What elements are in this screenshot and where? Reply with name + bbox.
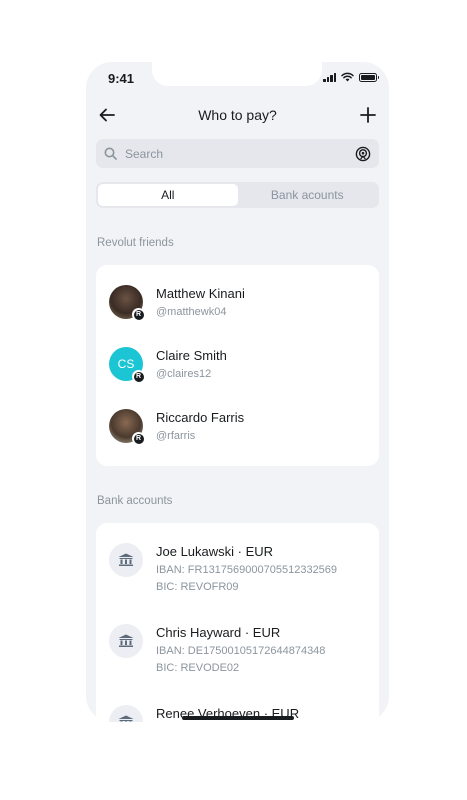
search-input[interactable]	[125, 146, 355, 161]
back-button[interactable]	[96, 104, 118, 126]
bank-iban: IBAN: FR1317569000705512332569	[156, 564, 338, 576]
bank-accounts-card: Joe Lukawski · EUR IBAN: FR1317569000705…	[96, 523, 379, 722]
notch	[152, 62, 322, 86]
page-title: Who to pay?	[198, 107, 277, 123]
friend-row-riccardo[interactable]: R Riccardo Farris @rfarris	[109, 409, 245, 445]
bank-iban: IBAN: DE17500105172644874348	[156, 645, 326, 657]
search-icon	[104, 147, 117, 160]
tab-switcher: All Bank acounts	[96, 182, 379, 208]
friend-handle: @matthewk04	[156, 306, 227, 318]
tab-bank-accounts[interactable]: Bank acounts	[238, 184, 378, 206]
friend-row-matthew[interactable]: R Matthew Kinani @matthewk04	[109, 285, 245, 321]
phone-screen: 9:41 Who to pay? Search All Bank acounts…	[86, 62, 389, 722]
bank-bic: BIC: REVOFR09	[156, 581, 239, 593]
section-label-bank-accounts: Bank accounts	[97, 495, 173, 507]
friend-name: Claire Smith	[156, 348, 227, 363]
tab-all[interactable]: All	[98, 184, 238, 206]
revolut-badge-icon: R	[132, 432, 145, 445]
friend-name: Matthew Kinani	[156, 286, 245, 301]
signal-icon	[323, 72, 336, 82]
bank-icon	[109, 543, 143, 577]
avatar: CS R	[109, 347, 145, 383]
header: Who to pay?	[86, 102, 389, 128]
battery-icon	[359, 72, 379, 82]
bank-bic: BIC: REVODE02	[156, 662, 240, 674]
status-icons	[323, 72, 379, 82]
wifi-icon	[341, 72, 354, 82]
home-indicator	[182, 716, 294, 720]
bank-account-name: Joe Lukawski · EUR	[156, 544, 274, 559]
bank-row-joe[interactable]: Joe Lukawski · EUR IBAN: FR1317569000705…	[109, 543, 337, 593]
back-arrow-icon	[99, 108, 115, 122]
section-label-friends: Revolut friends	[97, 237, 174, 249]
friend-handle: @claires12	[156, 368, 212, 380]
bank-account-name: Chris Hayward · EUR	[156, 625, 281, 640]
bank-icon	[109, 705, 143, 722]
plus-icon	[360, 107, 376, 123]
bank-icon	[109, 624, 143, 658]
avatar: R	[109, 409, 145, 445]
search-bar	[96, 139, 379, 168]
add-button[interactable]	[357, 104, 379, 126]
bank-row-chris[interactable]: Chris Hayward · EUR IBAN: DE175001051726…	[109, 624, 325, 674]
radar-icon[interactable]	[355, 146, 371, 162]
revolut-badge-icon: R	[132, 308, 145, 321]
avatar: R	[109, 285, 145, 321]
avatar-initials: CS	[117, 357, 135, 371]
friend-row-claire[interactable]: CS R Claire Smith @claires12	[109, 347, 227, 383]
friends-card: R Matthew Kinani @matthewk04 CS R Claire…	[96, 265, 379, 466]
revolut-badge-icon: R	[132, 370, 145, 383]
friend-handle: @rfarris	[156, 430, 196, 442]
status-time: 9:41	[108, 71, 135, 86]
friend-name: Riccardo Farris	[156, 410, 245, 425]
